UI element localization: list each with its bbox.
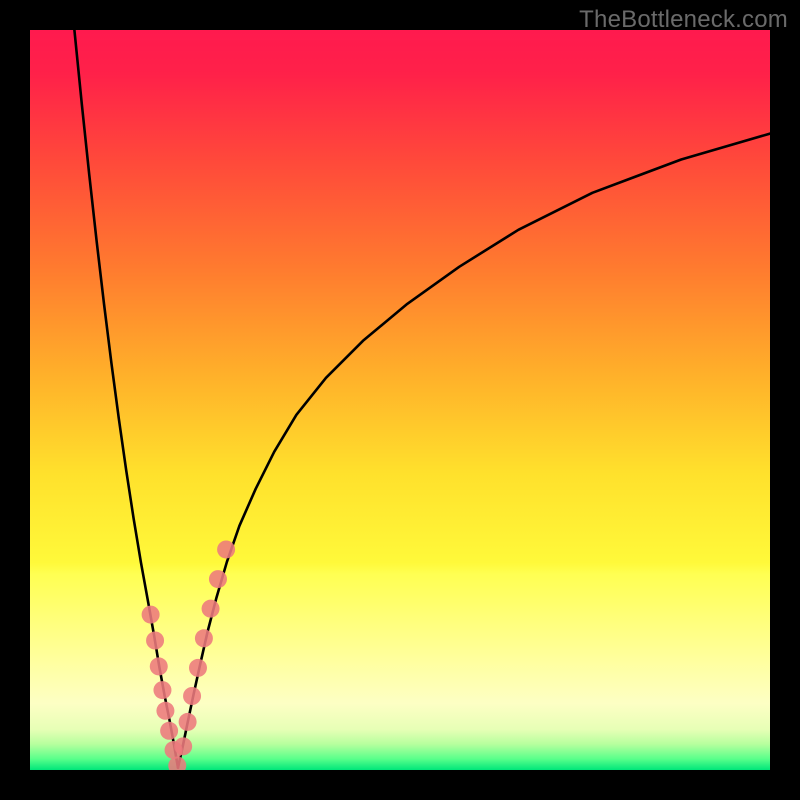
marker-dot <box>209 570 227 588</box>
marker-dot <box>160 722 178 740</box>
curve-layer <box>30 30 770 770</box>
highlight-markers <box>142 540 235 770</box>
marker-dot <box>195 629 213 647</box>
marker-dot <box>202 600 220 618</box>
marker-dot <box>189 659 207 677</box>
marker-dot <box>150 657 168 675</box>
marker-dot <box>142 606 160 624</box>
marker-dot <box>217 540 235 558</box>
marker-dot <box>153 681 171 699</box>
marker-dot <box>174 737 192 755</box>
marker-dot <box>156 702 174 720</box>
marker-dot <box>146 632 164 650</box>
marker-dot <box>183 687 201 705</box>
plot-area <box>30 30 770 770</box>
left-branch-line <box>74 30 178 768</box>
right-branch-line <box>178 134 770 768</box>
watermark-label: TheBottleneck.com <box>579 6 788 34</box>
marker-dot <box>179 713 197 731</box>
chart-frame: TheBottleneck.com <box>0 0 800 800</box>
